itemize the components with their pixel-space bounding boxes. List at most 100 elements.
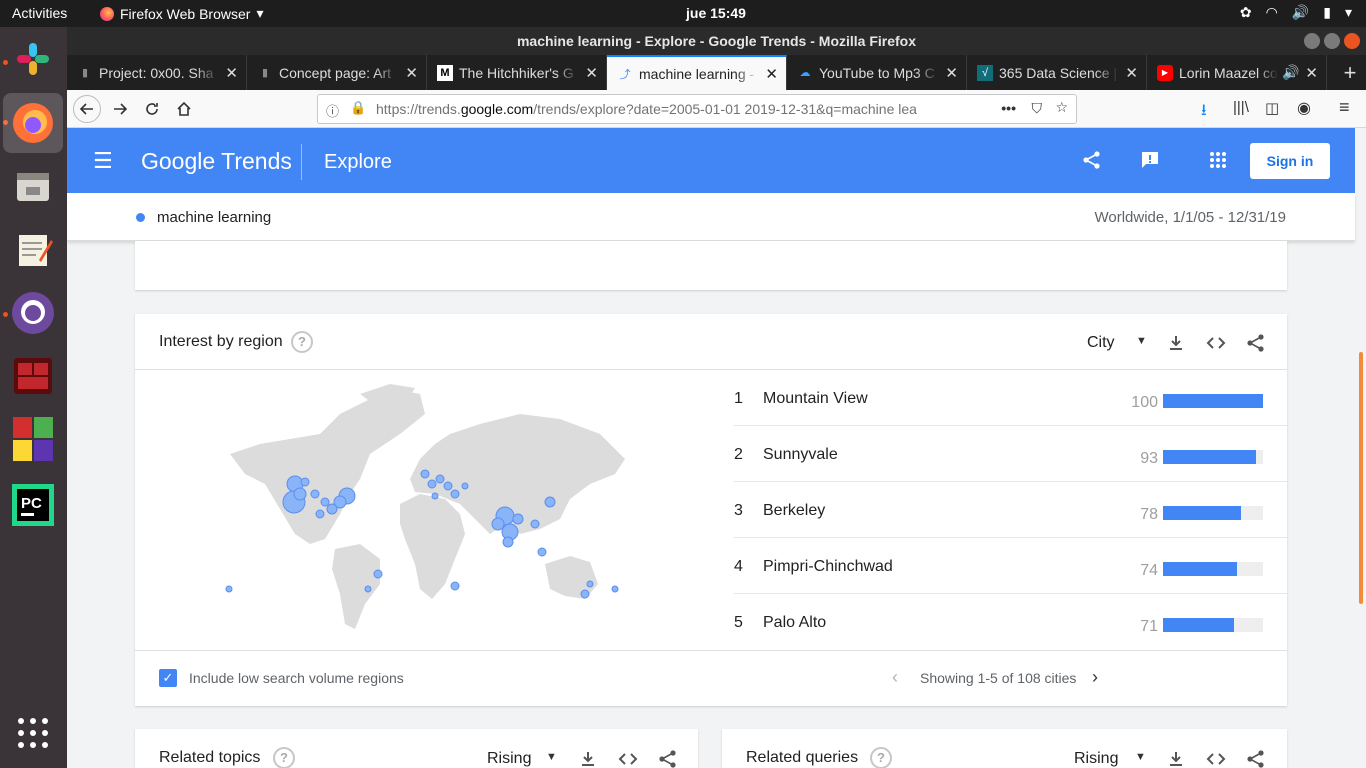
download-icon[interactable] bbox=[1164, 331, 1188, 355]
chevron-left-icon[interactable]: ‹ bbox=[892, 667, 898, 688]
world-map[interactable] bbox=[220, 384, 630, 634]
close-icon[interactable]: ✕ bbox=[1125, 64, 1138, 82]
close-icon[interactable]: ✕ bbox=[585, 64, 598, 82]
browser-tab[interactable]: √ 365 Data Science | ✕ bbox=[967, 55, 1147, 90]
caret-down-icon[interactable]: ▼ bbox=[1136, 335, 1147, 347]
pocket-icon[interactable]: ⛉ bbox=[1032, 100, 1043, 117]
low-volume-checkbox[interactable]: ✓ bbox=[159, 669, 177, 687]
chevron-right-icon[interactable]: › bbox=[1092, 667, 1098, 688]
address-bar[interactable]: ⓘ 🔒 https://trends.google.com/trends/exp… bbox=[317, 94, 1077, 124]
region-row[interactable]: 2 Sunnyvale 93 bbox=[734, 426, 1287, 482]
embed-code-icon[interactable] bbox=[616, 747, 640, 768]
city-name[interactable]: Mountain View bbox=[763, 390, 868, 408]
terminal-icon[interactable] bbox=[10, 353, 56, 399]
city-name[interactable]: Sunnyvale bbox=[763, 446, 838, 464]
app-menu[interactable]: Firefox Web Browser ▾ bbox=[100, 5, 263, 22]
help-icon[interactable]: ? bbox=[291, 331, 313, 353]
browser-tab[interactable]: M The Hitchhiker's G ✕ bbox=[427, 55, 607, 90]
file-manager-icon[interactable] bbox=[10, 164, 56, 210]
text-editor-icon[interactable] bbox=[10, 227, 56, 273]
share-icon[interactable] bbox=[1244, 331, 1268, 355]
page-actions-icon[interactable]: ••• bbox=[1001, 100, 1016, 116]
browser-tab[interactable]: ▮ Project: 0x00. Sha ✕ bbox=[67, 55, 247, 90]
puzzle-app-icon[interactable] bbox=[10, 416, 56, 462]
library-icon[interactable]: |||\ bbox=[1233, 99, 1249, 116]
region-row[interactable]: 1 Mountain View 100 bbox=[734, 370, 1287, 426]
hamburger-menu-icon[interactable]: ≡ bbox=[1339, 97, 1350, 118]
back-button[interactable] bbox=[73, 95, 101, 123]
embed-code-icon[interactable] bbox=[1204, 747, 1228, 768]
browser-tab-active[interactable]: ⤴ machine learning - ✕ bbox=[607, 55, 787, 90]
google-trends-logo[interactable]: Google Trends bbox=[141, 148, 292, 175]
page-title: Explore bbox=[324, 151, 392, 173]
download-icon[interactable] bbox=[1164, 747, 1188, 768]
city-name[interactable]: Pimpri-Chinchwad bbox=[763, 558, 893, 576]
filter-dropdown[interactable]: Rising bbox=[1074, 750, 1118, 768]
url-text[interactable]: https://trends.google.com/trends/explore… bbox=[376, 101, 966, 117]
chevron-down-icon[interactable]: ▾ bbox=[1345, 4, 1352, 21]
forward-button[interactable] bbox=[106, 97, 134, 121]
pycharm-icon[interactable]: PC bbox=[10, 482, 56, 528]
region-row[interactable]: 4 Pimpri-Chinchwad 74 bbox=[734, 538, 1287, 594]
filter-dropdown[interactable]: Rising bbox=[487, 750, 531, 768]
clock[interactable]: jue 15:49 bbox=[686, 5, 746, 21]
downloads-icon[interactable]: ⭳ bbox=[1201, 99, 1207, 126]
browser-tab[interactable]: ☁ YouTube to Mp3 C ✕ bbox=[787, 55, 967, 90]
bookmark-star-icon[interactable]: ☆ bbox=[1055, 99, 1068, 116]
share-icon[interactable] bbox=[1244, 747, 1268, 768]
close-icon[interactable]: ✕ bbox=[405, 64, 418, 82]
sidebar-icon[interactable]: ◫ bbox=[1265, 99, 1279, 117]
close-icon[interactable]: ✕ bbox=[945, 64, 958, 82]
help-icon[interactable]: ? bbox=[870, 747, 892, 768]
audio-playing-icon[interactable]: 🔊 bbox=[1282, 64, 1299, 81]
region-row[interactable]: 3 Berkeley 78 bbox=[734, 482, 1287, 538]
location-date-range[interactable]: Worldwide, 1/1/05 - 12/31/19 bbox=[1094, 209, 1286, 226]
caret-down-icon[interactable]: ▼ bbox=[1135, 751, 1146, 763]
reload-button[interactable] bbox=[138, 97, 166, 121]
browser-tab[interactable]: ▮ Concept page: Art ✕ bbox=[247, 55, 427, 90]
accessibility-icon[interactable]: ✿ bbox=[1240, 4, 1252, 21]
show-applications-icon[interactable] bbox=[10, 710, 56, 756]
sign-in-button[interactable]: Sign in bbox=[1250, 143, 1330, 179]
share-icon[interactable] bbox=[656, 747, 680, 768]
city-name[interactable]: Palo Alto bbox=[763, 614, 826, 632]
minimize-button[interactable] bbox=[1304, 33, 1320, 49]
google-trends-header: ☰ Google Trends Explore Sign in bbox=[67, 128, 1355, 193]
browser-tab[interactable]: ▶ Lorin Maazel co 🔊 ✕ bbox=[1147, 55, 1327, 90]
site-info-icon[interactable]: ⓘ bbox=[326, 101, 339, 120]
close-icon[interactable]: ✕ bbox=[225, 64, 238, 82]
maximize-button[interactable] bbox=[1324, 33, 1340, 49]
caret-down-icon[interactable]: ▼ bbox=[546, 751, 557, 763]
system-tray[interactable]: ✿ ◠ 🔊 ▮ ▾ bbox=[1240, 4, 1352, 21]
medium-icon: M bbox=[437, 64, 453, 81]
wifi-icon[interactable]: ◠ bbox=[1266, 4, 1278, 21]
resolution-dropdown[interactable]: City bbox=[1087, 334, 1115, 352]
apps-grid-icon[interactable] bbox=[1206, 148, 1230, 172]
slack-icon[interactable] bbox=[10, 36, 56, 82]
feedback-icon[interactable] bbox=[1138, 148, 1162, 172]
account-icon[interactable]: ◉ bbox=[1297, 98, 1311, 118]
activities-button[interactable]: Activities bbox=[12, 5, 67, 21]
firefox-dock-icon[interactable] bbox=[3, 93, 63, 153]
close-window-button[interactable] bbox=[1344, 33, 1360, 49]
search-term[interactable]: machine learning bbox=[157, 209, 271, 226]
city-name[interactable]: Berkeley bbox=[763, 502, 825, 520]
volume-icon[interactable]: 🔊 bbox=[1292, 4, 1309, 21]
region-row[interactable]: 5 Palo Alto 71 bbox=[734, 594, 1287, 650]
battery-icon[interactable]: ▮ bbox=[1323, 4, 1331, 21]
home-button[interactable] bbox=[170, 97, 198, 121]
help-icon[interactable]: ? bbox=[273, 747, 295, 768]
close-icon[interactable]: ✕ bbox=[765, 65, 778, 83]
github-icon[interactable] bbox=[10, 290, 56, 336]
hamburger-menu-icon[interactable]: ☰ bbox=[93, 148, 113, 174]
arrow-left-icon bbox=[79, 103, 93, 115]
new-tab-button[interactable]: + bbox=[1334, 55, 1366, 90]
share-icon[interactable] bbox=[1080, 148, 1104, 172]
card-title: Related queries bbox=[746, 749, 859, 766]
lock-icon[interactable]: 🔒 bbox=[350, 100, 366, 116]
close-icon[interactable]: ✕ bbox=[1305, 64, 1318, 82]
ubuntu-dock: PC bbox=[0, 27, 67, 768]
download-icon[interactable] bbox=[576, 747, 600, 768]
page-scrollbar[interactable] bbox=[1359, 352, 1363, 604]
embed-code-icon[interactable] bbox=[1204, 331, 1228, 355]
